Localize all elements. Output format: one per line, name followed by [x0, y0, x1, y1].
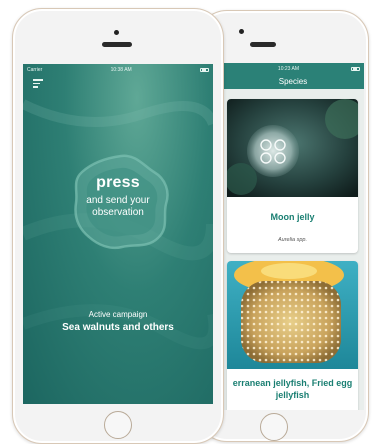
- speaker-grille: [250, 42, 276, 47]
- page-title: Species: [278, 77, 308, 86]
- battery-icon: [350, 67, 360, 71]
- species-card-moon-jelly[interactable]: Moon jelly Aurelia spp.: [227, 99, 358, 253]
- battery-icon: [199, 68, 209, 72]
- species-name: erranean jellyfish, Fried egg jellyfish: [232, 378, 353, 400]
- speaker-grille: [102, 42, 132, 47]
- moon-jelly-photo: [227, 99, 358, 197]
- species-latin-name: Aurelia spp.: [277, 237, 308, 243]
- fried-egg-jellyfish-photo: [227, 261, 358, 369]
- menu-icon[interactable]: [33, 79, 43, 89]
- status-time: 10:38 AM: [110, 67, 132, 73]
- campaign-name[interactable]: Sea walnuts and others: [23, 322, 213, 333]
- observation-screen: Carrier 10:38 AM press and send your obs…: [23, 64, 213, 404]
- send-observation-label: and send your observation: [86, 195, 150, 218]
- phone-front: Carrier 10:38 AM press and send your obs…: [12, 8, 224, 444]
- home-button[interactable]: [260, 413, 288, 441]
- home-button[interactable]: [104, 411, 132, 439]
- status-bar: 10:23 AM: [222, 63, 364, 75]
- species-screen: 10:23 AM Species Moon jelly Aurelia spp.…: [222, 63, 364, 410]
- species-name: Moon jelly: [270, 212, 315, 222]
- camera-dot: [239, 29, 244, 34]
- species-header: 10:23 AM Species: [222, 63, 364, 89]
- press-label: press: [96, 174, 140, 191]
- camera-dot: [114, 30, 119, 35]
- campaign-label: Active campaign: [88, 310, 148, 319]
- status-carrier: Carrier: [27, 67, 43, 73]
- status-bar: Carrier 10:38 AM: [23, 64, 213, 76]
- species-card-fried-egg-jellyfish[interactable]: erranean jellyfish, Fried egg jellyfish: [227, 261, 358, 410]
- status-time: 10:23 AM: [277, 66, 300, 72]
